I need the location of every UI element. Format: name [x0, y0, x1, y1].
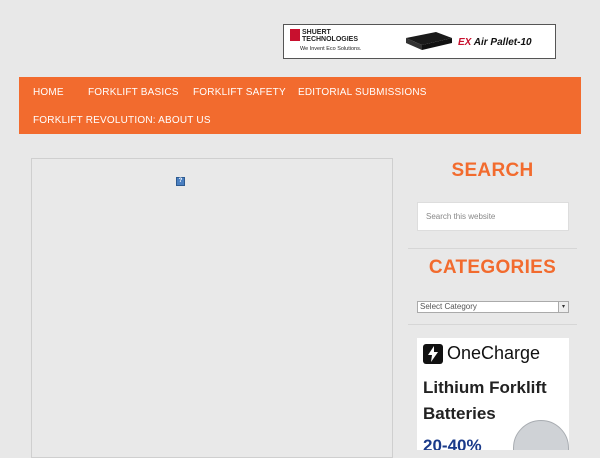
nav-editorial-submissions[interactable]: EDITORIAL SUBMISSIONS [298, 87, 427, 98]
sidebar: SEARCH Search this website CATEGORIES Se… [408, 148, 577, 450]
ad-brand: OneCharge [447, 343, 541, 363]
main-content-area [31, 158, 393, 458]
nav-home[interactable]: HOME [33, 87, 64, 98]
widget-divider [408, 324, 577, 325]
shuert-logo-text: SHUERT TECHNOLOGIES [302, 29, 359, 43]
category-select[interactable]: Select Category ▾ [417, 301, 569, 313]
nav-about-us[interactable]: FORKLIFT REVOLUTION: ABOUT US [33, 115, 211, 126]
broken-image-icon: ? [176, 177, 185, 186]
search-widget-title: SEARCH [451, 160, 534, 181]
nav-forklift-basics[interactable]: FORKLIFT BASICS [88, 87, 179, 98]
ad-headline-2: Batteries [423, 404, 496, 423]
chevron-down-icon: ▾ [558, 302, 568, 312]
widget-divider [408, 248, 577, 249]
shuert-ad-banner[interactable]: SHUERT TECHNOLOGIES We Invent Eco Soluti… [283, 24, 556, 59]
product-name: EX Air Pallet-10 [458, 37, 532, 48]
onecharge-ad[interactable]: OneCharge Lithium Forklift Batteries 20-… [417, 338, 569, 450]
banner-tagline: We Invent Eco Solutions. [300, 46, 362, 52]
shuert-logo-mark [290, 29, 300, 41]
category-select-value: Select Category [420, 302, 477, 311]
search-input[interactable]: Search this website [417, 202, 569, 231]
hard-hat-image [513, 420, 569, 450]
lightning-bolt-icon [423, 344, 443, 364]
ad-headline-3: 20-40% [423, 436, 482, 450]
nav-forklift-safety[interactable]: FORKLIFT SAFETY [193, 87, 286, 98]
pallet-icon [406, 32, 452, 50]
main-navigation: HOME FORKLIFT BASICS FORKLIFT SAFETY EDI… [19, 77, 581, 134]
ad-headline-1: Lithium Forklift [423, 378, 547, 397]
categories-widget-title: CATEGORIES [428, 257, 557, 278]
